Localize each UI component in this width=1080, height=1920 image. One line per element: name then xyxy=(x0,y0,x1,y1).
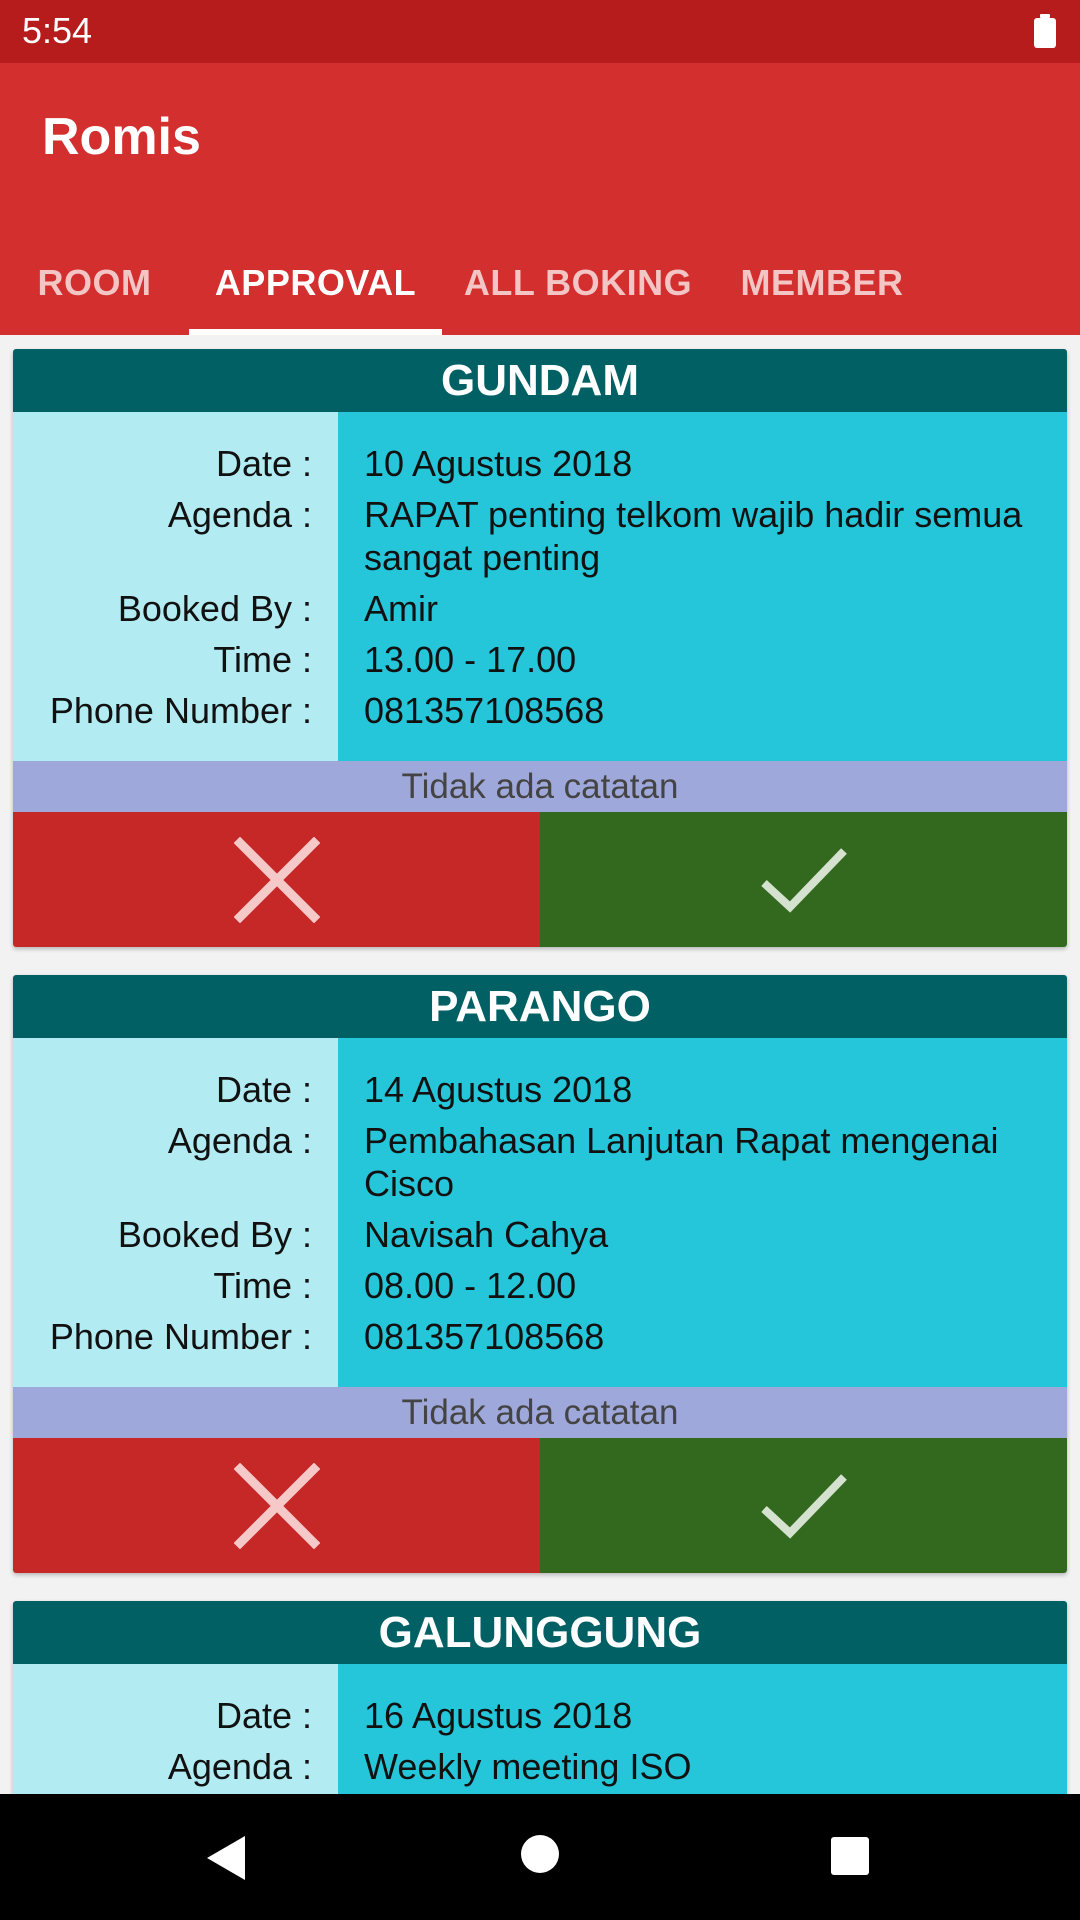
booking-card: GALUNGGUNG Date : Agenda : 16 Agustus 20… xyxy=(13,1601,1067,1794)
approve-button[interactable] xyxy=(540,1438,1067,1573)
date-value: 16 Agustus 2018 xyxy=(364,1695,633,1736)
tab-room[interactable]: ROOM xyxy=(0,233,189,335)
time-value: 08.00 - 12.00 xyxy=(364,1265,577,1306)
tab-member[interactable]: MEMBER xyxy=(714,233,930,335)
date-label: Date : xyxy=(215,1695,312,1736)
agenda-value: Weekly meeting ISO xyxy=(364,1746,692,1787)
recents-icon[interactable] xyxy=(830,1836,870,1876)
action-bar xyxy=(13,812,1067,947)
reject-button[interactable] xyxy=(13,812,540,947)
battery-icon xyxy=(1034,14,1056,48)
close-icon xyxy=(233,1462,320,1549)
labels-column: Date : Agenda : xyxy=(13,1664,338,1794)
date-value: 14 Agustus 2018 xyxy=(364,1069,633,1110)
status-bar: 5:54 xyxy=(0,0,1080,63)
app-bar: Romis ROOM APPROVAL ALL BOKING MEMBER xyxy=(0,63,1080,335)
date-value: 10 Agustus 2018 xyxy=(364,443,633,484)
close-icon xyxy=(233,836,320,923)
notes-text: Tidak ada catatan xyxy=(13,761,1067,812)
reject-button[interactable] xyxy=(13,1438,540,1573)
check-icon xyxy=(760,847,847,913)
room-name: PARANGO xyxy=(13,975,1067,1038)
action-bar xyxy=(13,1438,1067,1573)
phone-value: 081357108568 xyxy=(364,1316,605,1357)
check-icon xyxy=(760,1473,847,1539)
time-label: Time : xyxy=(213,1265,312,1306)
room-name: GALUNGGUNG xyxy=(13,1601,1067,1664)
time-value: 13.00 - 17.00 xyxy=(364,639,577,680)
values-column: 16 Agustus 2018 Weekly meeting ISO xyxy=(338,1664,1067,1794)
booked-by-value: Amir xyxy=(364,588,438,629)
labels-column: Date : Agenda : Booked By : Time : Phone… xyxy=(13,412,338,761)
room-name: GUNDAM xyxy=(13,349,1067,412)
booking-card: GUNDAM Date : Agenda : Booked By : Time … xyxy=(13,349,1067,947)
home-icon[interactable] xyxy=(520,1834,560,1874)
phone-value: 081357108568 xyxy=(364,690,605,731)
notes-text: Tidak ada catatan xyxy=(13,1387,1067,1438)
tab-approval[interactable]: APPROVAL xyxy=(189,233,442,335)
booked-by-label: Booked By : xyxy=(117,588,312,629)
agenda-label: Agenda : xyxy=(167,494,312,535)
date-label: Date : xyxy=(215,1069,312,1110)
values-column: 10 Agustus 2018 RAPAT penting telkom waj… xyxy=(338,412,1067,761)
tab-bar: ROOM APPROVAL ALL BOKING MEMBER xyxy=(0,233,1080,335)
booked-by-label: Booked By : xyxy=(117,1214,312,1255)
approval-list[interactable]: GUNDAM Date : Agenda : Booked By : Time … xyxy=(0,335,1080,1794)
agenda-label: Agenda : xyxy=(167,1120,312,1161)
agenda-value: Pembahasan Lanjutan Rapat mengenai Cisco xyxy=(364,1120,999,1204)
app-title: Romis xyxy=(42,108,201,166)
phone-label: Phone Number : xyxy=(49,690,312,731)
status-time: 5:54 xyxy=(22,10,93,51)
tab-all-boking[interactable]: ALL BOKING xyxy=(442,233,714,335)
agenda-value: RAPAT penting telkom wajib hadir semua s… xyxy=(364,494,1023,578)
date-label: Date : xyxy=(215,443,312,484)
agenda-label: Agenda : xyxy=(167,1746,312,1787)
booked-by-value: Navisah Cahya xyxy=(364,1214,609,1255)
back-icon[interactable] xyxy=(205,1834,249,1882)
navigation-bar xyxy=(0,1794,1080,1920)
booking-card: PARANGO Date : Agenda : Booked By : Time… xyxy=(13,975,1067,1573)
time-label: Time : xyxy=(213,639,312,680)
values-column: 14 Agustus 2018 Pembahasan Lanjutan Rapa… xyxy=(338,1038,1067,1387)
approve-button[interactable] xyxy=(540,812,1067,947)
labels-column: Date : Agenda : Booked By : Time : Phone… xyxy=(13,1038,338,1387)
phone-label: Phone Number : xyxy=(49,1316,312,1357)
